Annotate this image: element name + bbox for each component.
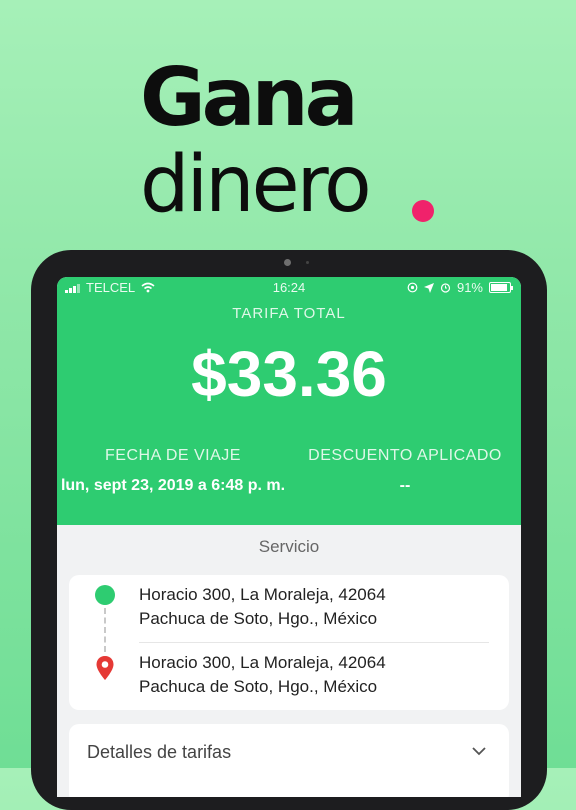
route-card: Horacio 300, La Moraleja, 42064 Pachuca … (69, 575, 509, 710)
accent-dot (412, 200, 434, 222)
location-icon (423, 282, 434, 293)
trip-date-block: FECHA DE VIAJE lun, sept 23, 2019 a 6:48… (57, 447, 289, 497)
service-label: Servicio (258, 537, 320, 556)
discount-label: DESCUENTO APLICADO (308, 447, 502, 464)
origin-address-line1: Horacio 300, La Moraleja, 42064 (139, 585, 386, 604)
destination-address: Horacio 300, La Moraleja, 42064 Pachuca … (139, 651, 386, 699)
sensor-icon (306, 261, 309, 264)
tablet-device: TELCEL 16:24 91% TARIFA TOTAL $33.36 FEC… (31, 250, 547, 810)
destination-address-line2: Pachuca de Soto, Hgo., México (139, 677, 378, 696)
battery-icon (489, 282, 513, 293)
alarm-icon (440, 283, 451, 293)
route-connector (104, 608, 106, 652)
trip-date-label: FECHA DE VIAJE (105, 447, 241, 464)
divider (139, 642, 489, 643)
headline-line1: Gana (140, 51, 359, 144)
status-bar: TELCEL 16:24 91% (57, 277, 521, 297)
camera-icon (284, 259, 291, 266)
origin-address: Horacio 300, La Moraleja, 42064 Pachuca … (139, 583, 386, 631)
battery-percent: 91% (456, 280, 483, 295)
destination-address-line1: Horacio 300, La Moraleja, 42064 (139, 653, 386, 672)
fee-details-label: Detalles de tarifas (87, 742, 232, 762)
chevron-down-icon[interactable] (471, 746, 487, 756)
headline-line2: dinero (140, 140, 372, 230)
trip-date-value: lun, sept 23, 2019 a 6:48 p. m. (60, 477, 286, 494)
origin-pin-icon (95, 585, 115, 605)
fare-header: TELCEL 16:24 91% TARIFA TOTAL $33.36 FEC… (57, 277, 521, 525)
total-fare-amount: $33.36 (191, 338, 387, 410)
headline: Gana dinero (140, 51, 372, 230)
discount-block: DESCUENTO APLICADO -- (289, 447, 521, 497)
discount-value: -- (399, 477, 411, 494)
lock-rotation-icon (407, 282, 418, 293)
total-fare-label: TARIFA TOTAL (232, 305, 346, 322)
origin-address-line2: Pachuca de Soto, Hgo., México (139, 609, 378, 628)
app-screen: TELCEL 16:24 91% TARIFA TOTAL $33.36 FEC… (57, 277, 521, 797)
destination-pin-icon (96, 656, 114, 680)
fee-details-row[interactable]: Detalles de tarifas (69, 724, 509, 797)
